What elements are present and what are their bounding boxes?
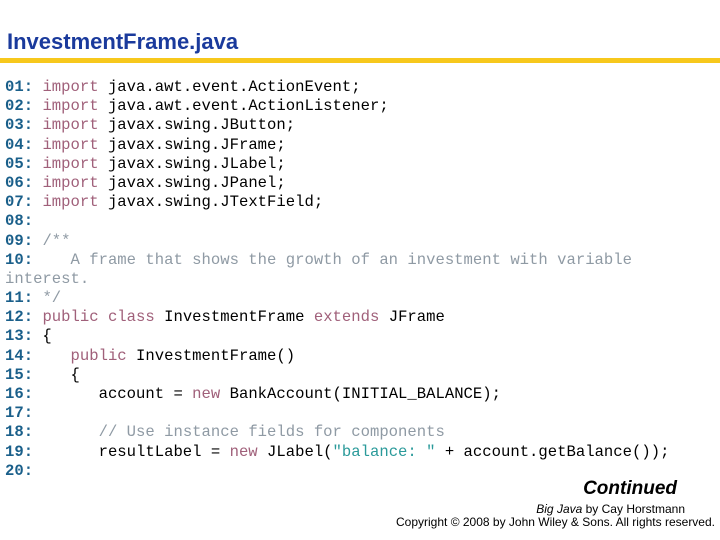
code-text: java.awt.event.ActionEvent; (98, 78, 361, 96)
code-line: 05: import javax.swing.JLabel; (5, 155, 669, 174)
page-title: InvestmentFrame.java (7, 29, 239, 54)
line-number: 16: (5, 385, 34, 403)
book-credit: Big Java by Cay Horstmann (536, 502, 685, 516)
code-line: 19: resultLabel = new JLabel("balance: "… (5, 443, 669, 462)
code-line: 06: import javax.swing.JPanel; (5, 174, 669, 193)
keyword-token: import (42, 173, 99, 192)
continued-label: Continued (583, 478, 677, 499)
keyword-token: public (42, 308, 99, 327)
code-text: javax.swing.JPanel; (98, 173, 286, 192)
code-line: 17: (5, 404, 669, 423)
code-line: 10: A frame that shows the growth of an … (5, 251, 669, 270)
keyword-token: import (42, 116, 99, 135)
title-divider (0, 58, 720, 63)
keyword-token: import (42, 154, 99, 173)
book-author: by Cay Horstmann (582, 502, 685, 516)
keyword-token: new (229, 442, 258, 461)
code-line: 09: /** (5, 232, 669, 251)
keyword-token: import (42, 97, 99, 116)
code-text: java.awt.event.ActionListener; (98, 97, 389, 116)
book-title: Big Java (536, 502, 583, 516)
keyword-token: public (70, 346, 127, 365)
string-literal-token: "balance: " (332, 442, 436, 461)
line-number: 01: (5, 78, 34, 96)
code-text: JLabel( (257, 442, 333, 461)
keyword-token: class (107, 308, 155, 327)
code-text: resultLabel = (33, 442, 230, 461)
code-line: 14: public InvestmentFrame() (5, 347, 669, 366)
code-line: 04: import javax.swing.JFrame; (5, 136, 669, 155)
line-number: 09: (5, 231, 34, 250)
comment-token: */ (42, 289, 62, 308)
code-text: InvestmentFrame (154, 308, 314, 327)
code-line: 02: import java.awt.event.ActionListener… (5, 97, 669, 116)
code-text: JFrame (379, 308, 445, 327)
code-line: interest. (5, 270, 669, 289)
line-number: 15: (5, 365, 34, 384)
line-number: 19: (5, 442, 34, 461)
line-number: 17: (5, 404, 34, 423)
line-number: 11: (5, 289, 34, 308)
code-line: 12: public class InvestmentFrame extends… (5, 308, 669, 327)
code-line: 13: { (5, 327, 669, 346)
line-number: 20: (5, 461, 34, 480)
code-line: 08: (5, 212, 669, 231)
code-text: + account.getBalance()); (435, 442, 670, 461)
line-number: 06: (5, 173, 34, 192)
code-line: 15: { (5, 366, 669, 385)
code-text: javax.swing.JButton; (98, 116, 296, 135)
code-text: javax.swing.JLabel; (98, 154, 286, 173)
code-line: 01: import java.awt.event.ActionEvent; (5, 78, 669, 97)
line-number: 04: (5, 135, 34, 154)
line-number: 14: (5, 346, 34, 365)
code-line: 16: account = new BankAccount(INITIAL_BA… (5, 385, 669, 404)
code-text: javax.swing.JFrame; (98, 135, 286, 154)
code-text: InvestmentFrame() (126, 346, 296, 365)
comment-token: interest. (5, 269, 90, 288)
line-number: 05: (5, 154, 34, 173)
comment-token: A frame that shows the growth of an inve… (42, 250, 632, 269)
copyright-notice: Copyright © 2008 by John Wiley & Sons. A… (396, 515, 715, 529)
keyword-token: extends (313, 308, 380, 327)
line-number: 07: (5, 193, 34, 212)
code-line: 18: // Use instance fields for component… (5, 423, 669, 442)
code-line: 11: */ (5, 289, 669, 308)
line-number: 13: (5, 327, 34, 346)
line-number: 10: (5, 250, 34, 269)
keyword-token: new (192, 385, 221, 403)
keyword-token: import (42, 78, 99, 96)
code-listing: 01: import java.awt.event.ActionEvent; 02… (5, 78, 669, 481)
line-number: 03: (5, 116, 34, 135)
code-line: 03: import javax.swing.JButton; (5, 116, 669, 135)
comment-token: /** (42, 231, 71, 250)
keyword-token: import (42, 193, 99, 212)
code-text: account = (33, 385, 193, 403)
line-number: 18: (5, 423, 34, 442)
code-line: 20: (5, 462, 669, 481)
code-text: { (33, 365, 80, 384)
code-text: BankAccount(INITIAL_BALANCE); (220, 385, 501, 403)
line-number: 12: (5, 308, 34, 327)
code-text: { (33, 327, 52, 346)
code-line: 07: import javax.swing.JTextField; (5, 193, 669, 212)
code-text: javax.swing.JTextField; (98, 193, 324, 212)
line-number: 02: (5, 97, 34, 116)
line-number: 08: (5, 212, 34, 231)
comment-token: // Use instance fields for components (98, 423, 445, 442)
keyword-token: import (42, 135, 99, 154)
